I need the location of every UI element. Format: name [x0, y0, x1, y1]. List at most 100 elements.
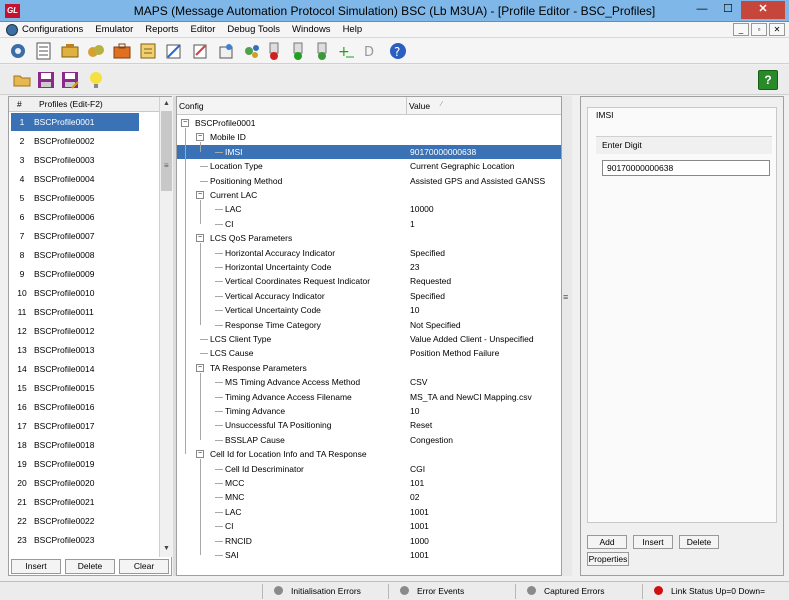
config-column-header[interactable]: Config: [179, 101, 204, 111]
profiles-col-number[interactable]: #: [17, 99, 22, 109]
system-menu-icon[interactable]: [6, 24, 18, 36]
profile-briefcase-icon[interactable]: [112, 41, 132, 61]
tree-row[interactable]: Vertical Uncertainty Code 10: [177, 303, 561, 317]
value-column-header[interactable]: Value: [409, 101, 430, 111]
collapse-icon[interactable]: −: [181, 119, 189, 127]
settings-gear-icon[interactable]: [8, 41, 28, 61]
tree-row[interactable]: MCC 101: [177, 476, 561, 490]
save-icon[interactable]: [36, 70, 56, 90]
profile-list-item[interactable]: 3 BSCProfile0003: [11, 151, 139, 169]
phone-green-icon[interactable]: [312, 41, 332, 61]
status-init-errors[interactable]: Initialisation Errors: [274, 586, 361, 596]
profile-list-item[interactable]: 6 BSCProfile0006: [11, 208, 139, 226]
field-delete-button[interactable]: Delete: [679, 535, 719, 549]
scroll-up-icon[interactable]: ▲: [161, 98, 172, 110]
field-insert-button[interactable]: Insert: [633, 535, 673, 549]
collapse-icon[interactable]: −: [196, 133, 204, 142]
maximize-button[interactable]: ☐: [715, 1, 741, 19]
profile-insert-button[interactable]: Insert: [11, 559, 61, 574]
minimize-button[interactable]: —: [689, 1, 715, 19]
call-gen-icon[interactable]: [86, 41, 106, 61]
tree-row[interactable]: Cell Id Descriminator CGI: [177, 462, 561, 476]
tree-row[interactable]: Horizontal Uncertainty Code 23: [177, 260, 561, 274]
tree-row[interactable]: MS Timing Advance Access Method CSV: [177, 375, 561, 389]
profile-list-item[interactable]: 4 BSCProfile0004: [11, 170, 139, 188]
tree-row[interactable]: − BSCProfile0001: [177, 116, 561, 130]
profile-list-item[interactable]: 12 BSCProfile0012: [11, 322, 139, 340]
tree-row[interactable]: Timing Advance 10: [177, 404, 561, 418]
tree-row[interactable]: Timing Advance Access Filename MS_TA and …: [177, 390, 561, 404]
menu-editor[interactable]: Editor: [191, 24, 216, 35]
tree-row[interactable]: − Mobile ID: [177, 130, 561, 144]
menu-debug-tools[interactable]: Debug Tools: [227, 24, 280, 35]
profile-list-item[interactable]: 15 BSCProfile0015: [11, 379, 139, 397]
profiles-col-name[interactable]: Profiles (Edit-F2): [39, 99, 103, 109]
mdi-minimize-button[interactable]: _: [733, 23, 749, 36]
tree-row[interactable]: Location Type Current Gegraphic Location: [177, 159, 561, 173]
collapse-icon[interactable]: −: [196, 363, 204, 372]
status-captured-errors[interactable]: Captured Errors: [527, 586, 604, 596]
tree-row[interactable]: LAC 10000: [177, 202, 561, 216]
profile-list-item[interactable]: 20 BSCProfile0020: [11, 474, 139, 492]
tree-row[interactable]: IMSI 90170000000638: [177, 144, 561, 159]
menu-emulator[interactable]: Emulator: [95, 24, 133, 35]
menu-windows[interactable]: Windows: [292, 24, 331, 35]
record-green-icon[interactable]: [288, 41, 308, 61]
profile-list-item[interactable]: 19 BSCProfile0019: [11, 455, 139, 473]
save-as-icon[interactable]: [60, 70, 80, 90]
profile-list-item[interactable]: 21 BSCProfile0021: [11, 493, 139, 511]
profile-list-item[interactable]: 9 BSCProfile0009: [11, 265, 139, 283]
profile-list-item[interactable]: 7 BSCProfile0007: [11, 227, 139, 245]
collapse-icon[interactable]: −: [196, 450, 204, 459]
lightbulb-icon[interactable]: [86, 70, 106, 90]
help-blue-icon[interactable]: ?: [388, 41, 408, 61]
collapse-icon[interactable]: −: [196, 191, 204, 199]
tree-row[interactable]: Unsuccessful TA Positioning Reset: [177, 418, 561, 432]
tree-row[interactable]: − Cell Id for Location Info and TA Respon…: [177, 447, 561, 461]
mdi-close-button[interactable]: ✕: [769, 23, 785, 36]
packet-icon[interactable]: [242, 41, 262, 61]
tree-row[interactable]: LCS Cause Position Method Failure: [177, 346, 561, 360]
status-link[interactable]: Link Status Up=0 Down=: [654, 586, 765, 596]
close-button[interactable]: ✕: [741, 1, 785, 19]
profile-list-item[interactable]: 17 BSCProfile0017: [11, 417, 139, 435]
trace-icon[interactable]: D: [360, 41, 380, 61]
menu-help[interactable]: Help: [343, 24, 363, 35]
tree-row[interactable]: LAC 1001: [177, 505, 561, 519]
profile-list-item[interactable]: 23 BSCProfile0023: [11, 531, 139, 549]
collapse-icon[interactable]: −: [196, 234, 204, 243]
edit-pencil-icon[interactable]: [190, 41, 210, 61]
profile-delete-button[interactable]: Delete: [65, 559, 115, 574]
profile-list-item[interactable]: 2 BSCProfile0002: [11, 132, 139, 150]
tools-icon[interactable]: [60, 41, 80, 61]
scroll-down-icon[interactable]: ▼: [161, 543, 172, 555]
tree-row[interactable]: CI 1001: [177, 519, 561, 533]
profile-list-item[interactable]: 5 BSCProfile0005: [11, 189, 139, 207]
tree-row[interactable]: Positioning Method Assisted GPS and Assis…: [177, 174, 561, 188]
middle-splitter[interactable]: ≡: [562, 96, 572, 576]
profile-clear-button[interactable]: Clear: [119, 559, 169, 574]
column-divider[interactable]: [406, 97, 407, 115]
menu-reports[interactable]: Reports: [145, 24, 178, 35]
profiles-scrollbar[interactable]: ▲ ≡ ▼: [159, 97, 172, 557]
menu-configurations[interactable]: Configurations: [22, 24, 83, 35]
tree-row[interactable]: SAI 1001: [177, 548, 561, 562]
tree-row[interactable]: − LCS QoS Parameters: [177, 231, 561, 245]
record-red-icon[interactable]: [264, 41, 284, 61]
tree-row[interactable]: RNCID 1000: [177, 534, 561, 548]
profile-list-item[interactable]: 16 BSCProfile0016: [11, 398, 139, 416]
status-error-events[interactable]: Error Events: [400, 586, 464, 596]
tree-row[interactable]: MNC 02: [177, 490, 561, 504]
tree-row[interactable]: LCS Client Type Value Added Client - Unsp…: [177, 332, 561, 346]
profile-list-item[interactable]: 11 BSCProfile0011: [11, 303, 139, 321]
tree-row[interactable]: CI 1: [177, 217, 561, 231]
tree-row[interactable]: Vertical Coordinates Request Indicator Re…: [177, 274, 561, 288]
field-add-button[interactable]: Add: [587, 535, 627, 549]
profile-list-item[interactable]: 18 BSCProfile0018: [11, 436, 139, 454]
profile-list-item[interactable]: 13 BSCProfile0013: [11, 341, 139, 359]
tree-row[interactable]: Response Time Category Not Specified: [177, 318, 561, 332]
profile-list-item[interactable]: 10 BSCProfile0010: [11, 284, 139, 302]
mdi-restore-button[interactable]: ▫: [751, 23, 767, 36]
imsi-input[interactable]: [602, 160, 770, 176]
tree-row[interactable]: Vertical Accuracy Indicator Specified: [177, 289, 561, 303]
